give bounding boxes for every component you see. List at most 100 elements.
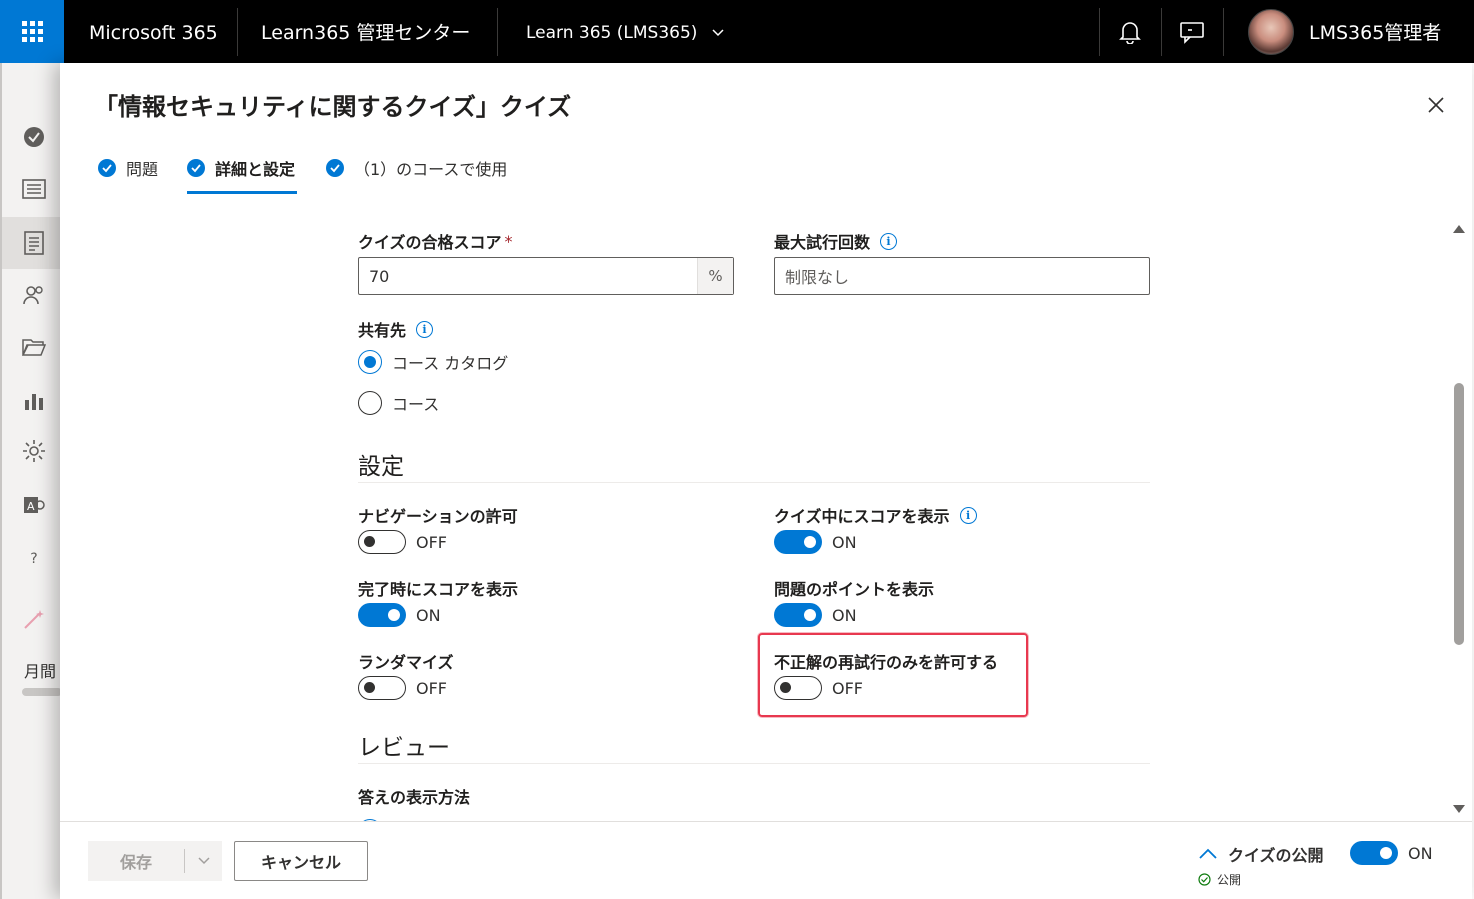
close-button[interactable]: [1424, 93, 1448, 117]
step-label: 問題: [126, 160, 159, 179]
navigation-label: ナビゲーションの許可: [358, 507, 518, 526]
answer-display-label: 答えの表示方法: [358, 788, 471, 807]
check-icon: [187, 159, 205, 177]
show-score-completion-toggle[interactable]: ON: [358, 603, 441, 627]
exchange-icon: A: [24, 497, 45, 513]
info-icon[interactable]: i: [959, 506, 977, 524]
nav-item-users[interactable]: [18, 279, 50, 311]
highlight-box: [758, 633, 1028, 717]
info-icon[interactable]: i: [416, 320, 434, 338]
nav-item-help[interactable]: ?: [18, 543, 50, 575]
save-dropdown-button[interactable]: [185, 856, 222, 866]
svg-text:A: A: [27, 500, 35, 513]
max-attempts-placeholder: 制限なし: [785, 268, 850, 287]
scroll-up-arrow[interactable]: [1453, 225, 1465, 233]
divider: [358, 482, 1150, 483]
nav-item-settings[interactable]: [18, 435, 50, 467]
navigation-toggle[interactable]: OFF: [358, 530, 447, 554]
toggle-on-icon: [1350, 841, 1398, 865]
bell-icon: [1119, 21, 1141, 44]
app-launcher-button[interactable]: [0, 0, 64, 63]
admin-center-title[interactable]: Learn365 管理センター: [261, 0, 470, 63]
publish-status: 公開: [1198, 871, 1241, 888]
divider: [1223, 8, 1224, 56]
retry-incorrect-label: 不正解の再試行のみを許可する: [774, 653, 999, 672]
toggle-off-icon: [774, 676, 822, 700]
radio-unselected-icon: [358, 391, 382, 415]
nav-item-catalog[interactable]: [18, 173, 50, 205]
randomize-toggle[interactable]: OFF: [358, 676, 447, 700]
waffle-icon: [21, 21, 43, 42]
top-bar: Microsoft 365 Learn365 管理センター Learn 365 …: [0, 0, 1474, 63]
show-score-during-toggle[interactable]: ON: [774, 530, 857, 554]
feedback-icon: [1180, 21, 1204, 44]
toggle-state: OFF: [416, 532, 447, 552]
nav-item-courses[interactable]: [18, 227, 50, 259]
passing-score-value: 70: [369, 266, 390, 286]
show-score-during-label: クイズ中にスコアを表示 i: [774, 503, 977, 527]
label-text: クイズの合格スコア: [358, 233, 502, 252]
avatar[interactable]: [1248, 9, 1294, 55]
radio-course-catalog[interactable]: コース カタログ: [358, 350, 508, 374]
passing-score-input[interactable]: 70 %: [358, 257, 734, 295]
cancel-button[interactable]: キャンセル: [234, 841, 368, 881]
document-icon: [24, 231, 44, 255]
nav-item-wand[interactable]: [18, 603, 50, 635]
step-questions[interactable]: 問題: [98, 157, 158, 179]
quiz-panel: 「情報セキュリティに関するクイズ」クイズ 問題 詳細と設定 （1）のコースで使用…: [60, 63, 1472, 899]
radio-course[interactable]: コース: [358, 391, 439, 415]
toggle-on-icon: [358, 603, 406, 627]
divider: [497, 8, 498, 56]
review-heading: レビュー: [358, 735, 450, 761]
save-button[interactable]: 保存: [88, 841, 222, 881]
required-mark: *: [504, 231, 513, 251]
feedback-button[interactable]: [1162, 0, 1222, 63]
show-points-toggle[interactable]: ON: [774, 603, 857, 627]
folder-icon: [22, 339, 46, 356]
publish-expander[interactable]: クイズの公開: [1198, 842, 1324, 866]
scroll-down-arrow[interactable]: [1453, 805, 1465, 813]
nav-item-reports[interactable]: [18, 385, 50, 417]
toggle-state: ON: [416, 605, 441, 625]
percent-suffix: %: [697, 258, 733, 294]
people-icon: [23, 286, 43, 305]
toggle-state: OFF: [416, 678, 447, 698]
info-icon[interactable]: i: [880, 232, 898, 250]
label-text: 共有先: [358, 321, 407, 340]
divider: [237, 8, 238, 56]
progress-bar: [22, 688, 62, 696]
app-name[interactable]: Microsoft 365: [89, 0, 218, 63]
scrollbar-thumb[interactable]: [1454, 383, 1464, 645]
retry-incorrect-toggle[interactable]: OFF: [774, 676, 863, 700]
radio-label: コース カタログ: [392, 354, 509, 373]
left-nav: A ? 月間: [0, 63, 64, 899]
close-icon: [1428, 97, 1444, 113]
nav-item-exchange[interactable]: A: [18, 489, 50, 521]
check-circle-icon: [24, 127, 44, 147]
passing-score-label: クイズの合格スコア *: [358, 229, 513, 253]
check-icon: [326, 159, 344, 177]
gear-icon: [23, 440, 45, 462]
step-details-settings[interactable]: 詳細と設定: [187, 157, 295, 179]
share-label: 共有先 i: [358, 317, 434, 341]
toggle-state: ON: [1408, 843, 1433, 863]
publish-toggle[interactable]: ON: [1350, 841, 1433, 865]
page-title: 「情報セキュリティに関するクイズ」クイズ: [94, 93, 572, 121]
nav-item-dashboard[interactable]: [18, 121, 50, 153]
publish-label: クイズの公開: [1228, 846, 1324, 865]
active-step-underline: [187, 191, 297, 194]
nav-partial-text: 月間: [24, 662, 57, 681]
step-label: （1）のコースで使用: [354, 160, 508, 179]
radio-label: コース: [392, 395, 440, 414]
notifications-button[interactable]: [1100, 0, 1160, 63]
chevron-up-icon: [1199, 848, 1217, 859]
list-icon: [22, 179, 46, 199]
step-used-in-courses[interactable]: （1）のコースで使用: [326, 157, 507, 179]
tenant-label: Learn 365 (LMS365): [526, 23, 698, 43]
user-name[interactable]: LMS365管理者: [1309, 0, 1441, 63]
toggle-state: OFF: [832, 678, 863, 698]
divider: [358, 763, 1150, 764]
max-attempts-input[interactable]: 制限なし: [774, 257, 1150, 295]
nav-item-files[interactable]: [18, 331, 50, 363]
tenant-selector[interactable]: Learn 365 (LMS365): [526, 0, 725, 63]
